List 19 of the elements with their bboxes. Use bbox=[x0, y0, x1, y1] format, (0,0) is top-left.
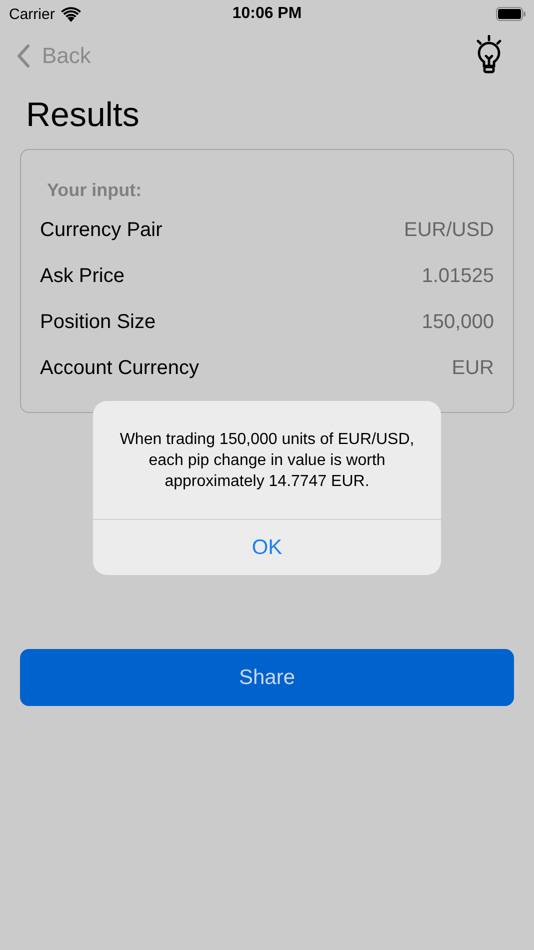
page-title: Results bbox=[26, 96, 140, 135]
row-label: Currency Pair bbox=[40, 218, 162, 242]
row-label: Position Size bbox=[40, 310, 156, 334]
status-time: 10:06 PM bbox=[232, 5, 302, 23]
row-value: EUR/USD bbox=[404, 218, 494, 242]
battery-icon bbox=[496, 7, 526, 21]
wifi-icon bbox=[60, 6, 81, 22]
row-value: 150,000 bbox=[422, 310, 494, 334]
row-label: Ask Price bbox=[40, 264, 124, 288]
card-heading: Your input: bbox=[47, 180, 143, 201]
alert-message: When trading 150,000 units of EUR/USD, each pip change in value is worth approximately 14.7747 EUR. bbox=[93, 401, 441, 520]
row-value: 1.01525 bbox=[422, 264, 494, 288]
ok-button[interactable]: OK bbox=[93, 520, 441, 575]
row-label: Account Currency bbox=[40, 356, 199, 380]
chevron-left-icon bbox=[16, 44, 30, 68]
carrier-name: Carrier bbox=[9, 6, 55, 22]
share-button[interactable]: Share bbox=[20, 649, 514, 706]
back-button[interactable]: Back bbox=[16, 43, 91, 69]
row-value: EUR bbox=[452, 356, 494, 380]
